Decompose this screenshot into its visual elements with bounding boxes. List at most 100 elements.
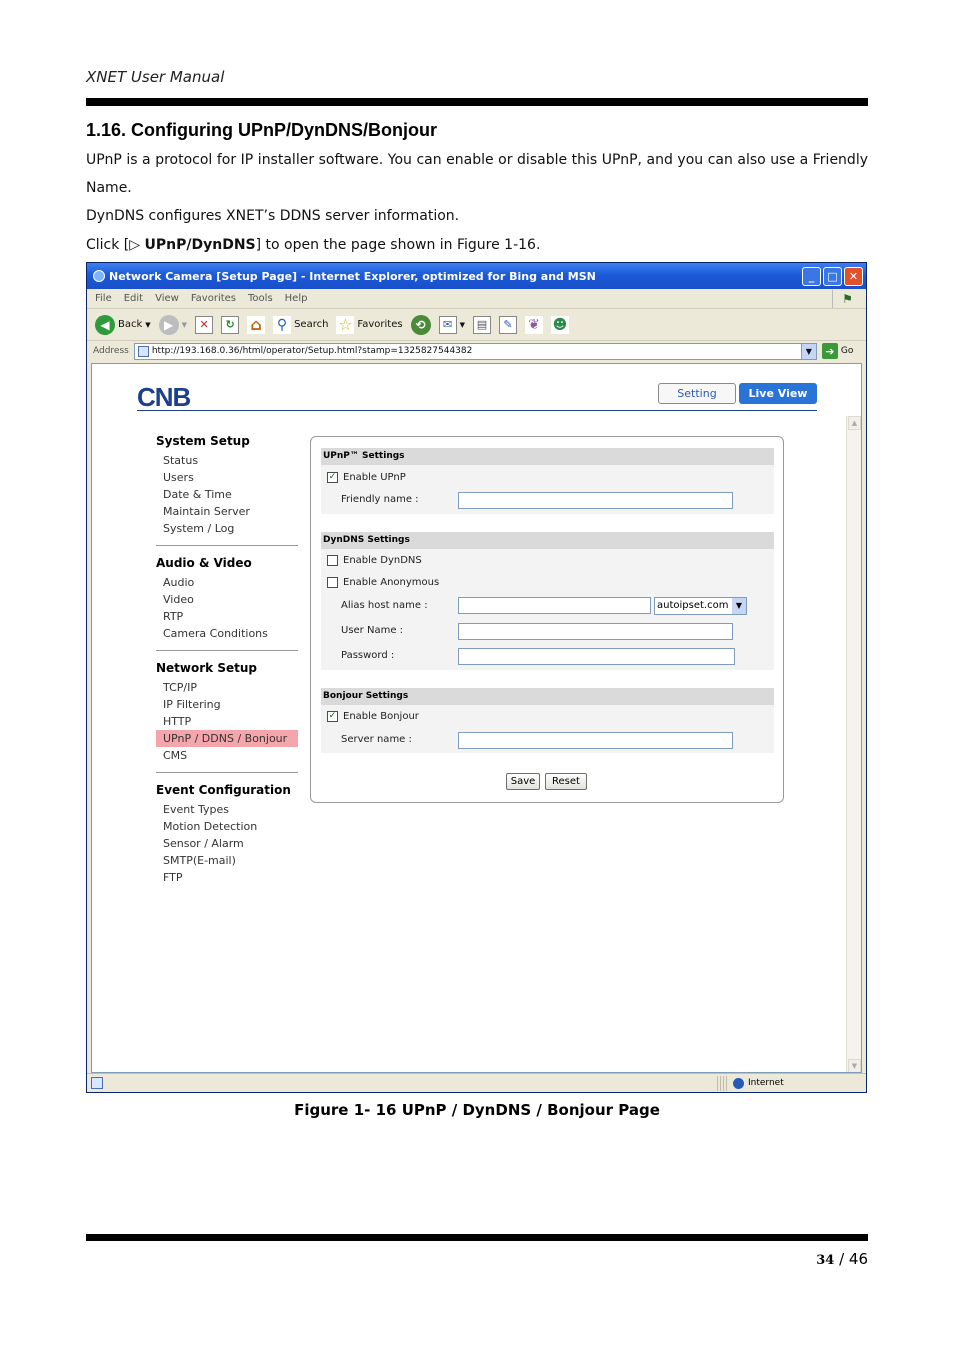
page-total: 46 <box>848 1250 868 1268</box>
mail-icon: ✉ <box>438 315 457 334</box>
scroll-up-icon[interactable]: ▲ <box>848 416 861 430</box>
nav-group-event-configuration: Event Configuration Event Types Motion D… <box>156 783 298 886</box>
mail-dropdown-icon[interactable]: ▼ <box>460 321 465 329</box>
friendly-name-input[interactable] <box>458 492 733 509</box>
nav-item-motion-detection[interactable]: Motion Detection <box>156 818 298 835</box>
go-button[interactable]: ➔ Go <box>821 343 854 359</box>
tab-setting[interactable]: Setting <box>658 383 736 404</box>
menu-help[interactable]: Help <box>285 293 308 304</box>
cnb-logo: CNB <box>137 382 191 412</box>
close-button[interactable]: ✕ <box>844 266 863 286</box>
domain-select[interactable]: autoipset.com ▼ <box>654 597 747 615</box>
enable-bonjour-checkbox[interactable]: ✓ <box>327 711 338 722</box>
status-bar: Internet <box>87 1073 866 1092</box>
nav-head-network-setup: Network Setup <box>156 661 257 675</box>
nav-divider <box>156 650 298 651</box>
enable-upnp-checkbox[interactable]: ✓ <box>327 472 338 483</box>
alias-host-input[interactable] <box>458 597 651 614</box>
tab-live-view[interactable]: Live View <box>739 383 817 404</box>
forward-dropdown-icon[interactable]: ▼ <box>182 321 187 329</box>
search-button[interactable]: ⚲ Search <box>273 315 329 334</box>
nav-item-camera-conditions[interactable]: Camera Conditions <box>156 625 298 642</box>
password-input[interactable] <box>458 648 735 665</box>
maximize-button[interactable]: □ <box>823 266 842 286</box>
go-arrow-icon: ➔ <box>821 343 838 359</box>
username-label: User Name : <box>341 625 404 636</box>
page-current: 34 <box>816 1253 835 1268</box>
enable-anonymous-checkbox[interactable] <box>327 577 338 588</box>
go-label: Go <box>840 346 854 356</box>
nav-group-network-setup: Network Setup TCP/IP IP Filtering HTTP U… <box>156 661 298 773</box>
stop-icon: ✕ <box>195 315 214 334</box>
menu-file[interactable]: File <box>95 293 112 304</box>
menu-view[interactable]: View <box>155 293 179 304</box>
print-button[interactable]: ▤ <box>472 315 491 334</box>
header-rule <box>86 98 868 106</box>
chevron-down-icon: ▼ <box>732 598 746 614</box>
vertical-scrollbar[interactable]: ▲ ▼ <box>846 416 861 1072</box>
discuss-icon: ❦ <box>524 315 543 334</box>
username-row: User Name : <box>321 622 403 639</box>
search-icon: ⚲ <box>273 315 292 334</box>
messenger-button[interactable]: ☻ <box>550 315 569 334</box>
bonjour-section-body: ✓ Enable Bonjour Server name : <box>321 705 774 753</box>
browser-window: Network Camera [Setup Page] - Internet E… <box>86 262 867 1093</box>
nav-item-date-time[interactable]: Date & Time <box>156 486 298 503</box>
forward-button[interactable]: ▶ ▼ <box>158 314 187 335</box>
nav-item-video[interactable]: Video <box>156 591 298 608</box>
reset-button[interactable]: Reset <box>545 773 587 790</box>
nav-group-system-setup: System Setup Status Users Date & Time Ma… <box>156 434 298 546</box>
menu-tools[interactable]: Tools <box>248 293 273 304</box>
nav-divider <box>156 545 298 546</box>
window-title: Network Camera [Setup Page] - Internet E… <box>109 269 596 283</box>
nav-item-sensor-alarm[interactable]: Sensor / Alarm <box>156 835 298 852</box>
username-input[interactable] <box>458 623 733 640</box>
nav-item-rtp[interactable]: RTP <box>156 608 298 625</box>
favorites-button[interactable]: ☆ Favorites <box>336 315 403 334</box>
nav-item-status[interactable]: Status <box>156 452 298 469</box>
browser-toolbar: ◀ Back ▼ ▶ ▼ ✕ ↻ ⌂ ⚲ Search ☆ Favorites … <box>87 309 866 341</box>
home-icon: ⌂ <box>247 315 266 334</box>
nav-item-maintain-server[interactable]: Maintain Server <box>156 503 298 520</box>
server-name-input[interactable] <box>458 732 733 749</box>
save-button[interactable]: Save <box>506 773 540 790</box>
scroll-down-icon[interactable]: ▼ <box>848 1059 861 1072</box>
mail-button[interactable]: ✉ ▼ <box>438 315 465 334</box>
address-dropdown-icon[interactable]: ▼ <box>800 343 816 359</box>
search-label: Search <box>294 319 329 330</box>
nav-item-cms[interactable]: CMS <box>156 747 298 764</box>
nav-item-users[interactable]: Users <box>156 469 298 486</box>
home-button[interactable]: ⌂ <box>247 315 266 334</box>
nav-item-system-log[interactable]: System / Log <box>156 520 298 537</box>
minimize-button[interactable]: _ <box>802 266 821 286</box>
menu-favorites[interactable]: Favorites <box>191 293 236 304</box>
figure-caption: Figure 1- 16 UPnP / DynDNS / Bonjour Pag… <box>294 1101 660 1119</box>
nav-item-upnp-ddns-bonjour[interactable]: UPnP / DDNS / Bonjour <box>156 730 298 747</box>
address-input[interactable]: http://193.168.0.36/html/operator/Setup.… <box>133 342 817 360</box>
enable-dyndns-checkbox[interactable] <box>327 555 338 566</box>
para3-bold: UPnP/DynDNS <box>144 237 256 253</box>
nav-item-smtp[interactable]: SMTP(E-mail) <box>156 852 298 869</box>
refresh-button[interactable]: ↻ <box>221 315 240 334</box>
history-button[interactable]: ⟲ <box>410 314 431 335</box>
back-dropdown-icon[interactable]: ▼ <box>145 321 150 329</box>
nav-item-event-types[interactable]: Event Types <box>156 801 298 818</box>
nav-item-audio[interactable]: Audio <box>156 574 298 591</box>
window-titlebar[interactable]: Network Camera [Setup Page] - Internet E… <box>87 263 866 289</box>
menu-edit[interactable]: Edit <box>124 293 143 304</box>
nav-item-ftp[interactable]: FTP <box>156 869 298 886</box>
nav-item-tcpip[interactable]: TCP/IP <box>156 679 298 696</box>
upnp-section-heading: UPnP™ Settings <box>321 448 774 465</box>
status-divider <box>720 1075 721 1091</box>
page-viewport: CNB Setting Live View ▲ ▼ System Setup S… <box>91 363 862 1073</box>
friendly-name-label: Friendly name : <box>341 494 419 505</box>
enable-anonymous-label: Enable Anonymous <box>343 577 440 588</box>
stop-button[interactable]: ✕ <box>195 315 214 334</box>
nav-item-http[interactable]: HTTP <box>156 713 298 730</box>
paragraph-click: Click [▷ UPnP/DynDNS] to open the page s… <box>86 231 868 259</box>
nav-item-ip-filtering[interactable]: IP Filtering <box>156 696 298 713</box>
edit-button[interactable]: ✎ <box>498 315 517 334</box>
discuss-button[interactable]: ❦ <box>524 315 543 334</box>
back-button[interactable]: ◀ Back ▼ <box>95 314 151 335</box>
nav-head-system-setup: System Setup <box>156 434 250 448</box>
